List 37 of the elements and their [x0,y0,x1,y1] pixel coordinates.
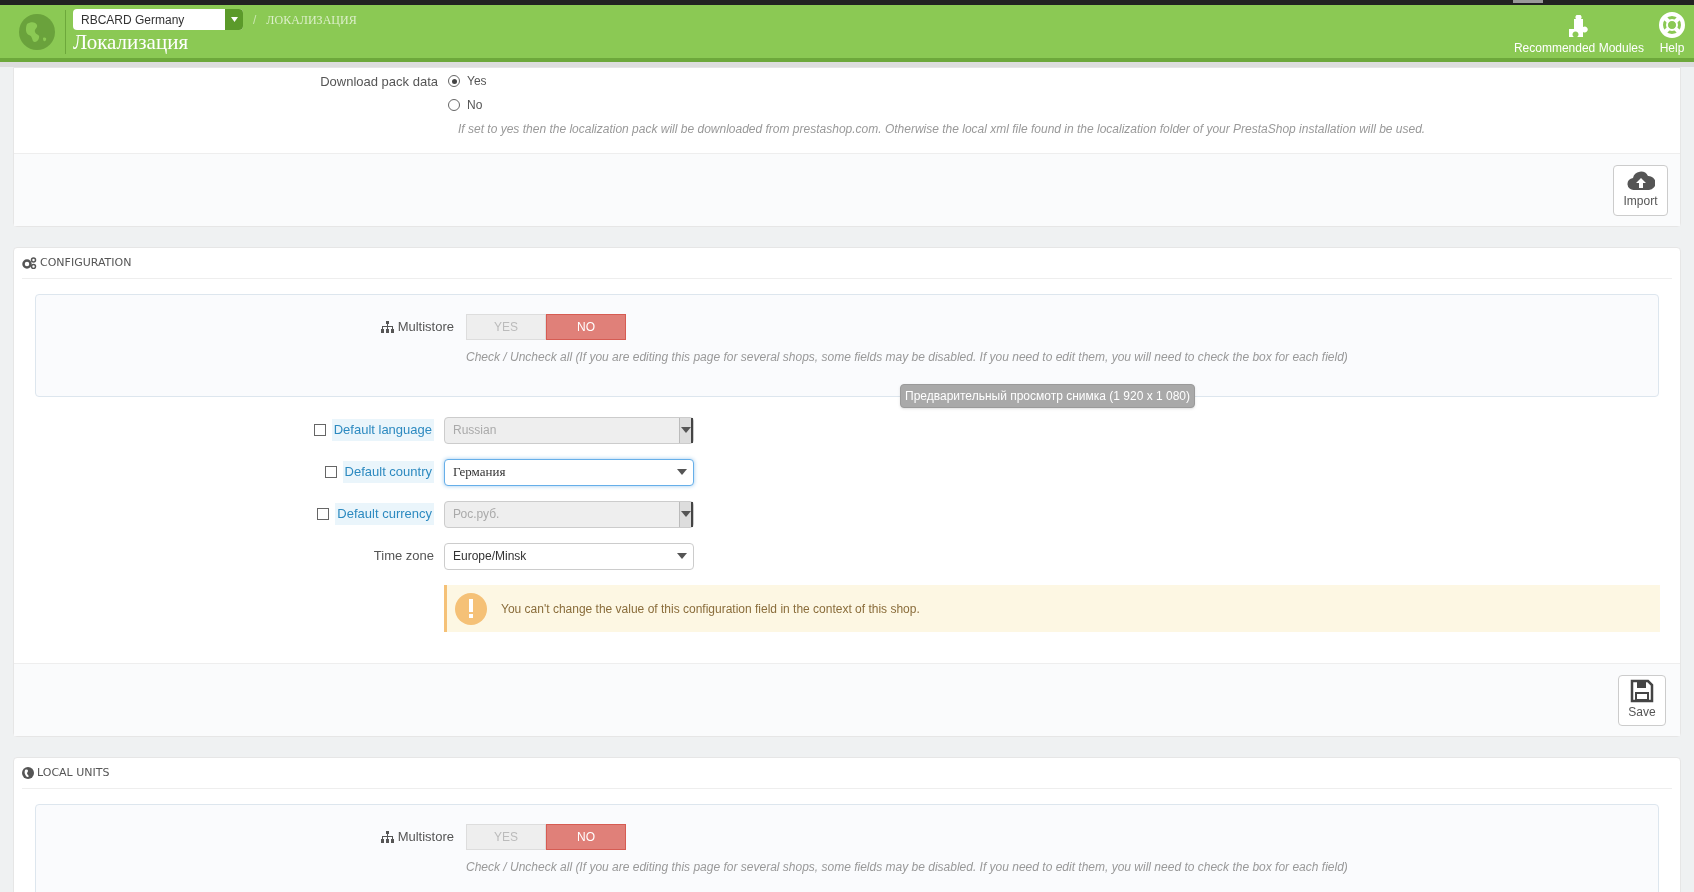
caret-icon [680,511,691,517]
help-text: Check / Uncheck all (If you are editing this page for several shops, some fields may be disabled. If you need to edit them, you will need to check the box for each field) [466,349,1349,366]
toolbar-button[interactable]: Recommended Modules [1513,14,1644,57]
multistore-label: Multistore [397,828,454,847]
sitemap-icon [380,321,394,333]
help-text: If set to yes then the localization pack will be downloaded from prestashop.com. Otherwise the local xml file found in the localization folder of your PrestaShop installation will be used. [458,121,1427,138]
toggle-option[interactable]: NO [546,314,626,340]
gears-icon [22,257,37,269]
radio-option[interactable]: Yes [448,72,487,90]
sitemap-icon [380,831,394,843]
section-title: LOCAL UNITS [37,764,110,781]
select-field[interactable]: Германия [444,458,694,486]
page-title: Локализация [73,30,190,54]
cloud-upload-icon [1626,170,1655,192]
caret-icon [677,553,687,559]
tooltip: Предварительный просмотр снимка (1 920 x 1 080) [900,384,1195,408]
field-label: Time zone [373,547,434,566]
caret-icon [230,17,238,22]
multistore-label: Multistore [397,318,454,337]
radio-option[interactable]: No [448,96,487,114]
caret-icon [677,469,687,475]
exclamation-icon [455,592,487,625]
breadcrumb-separator: / [253,11,257,29]
help-text: Check / Uncheck all (If you are editing this page for several shops, some fields may be disabled. If you need to edit them, you will need to check the box for each field) [466,859,1349,876]
warning-text: You can't change the value of this configuration field in the context of this shop. [501,600,920,618]
import-button[interactable]: Import [1613,164,1668,216]
lifebuoy-icon [1658,10,1686,39]
caret-icon [680,427,691,433]
shop-selector[interactable]: RBCARD Germany [73,9,243,30]
field-label: Download pack data [319,73,439,91]
toolbar-button[interactable]: Help [1658,10,1686,57]
checkbox[interactable] [324,466,337,478]
field-label[interactable]: Default country [342,461,434,483]
select-field[interactable]: Europe/Minsk [444,542,694,570]
section-title: CONFIGURATION [40,254,132,271]
toggle-option[interactable]: NO [546,824,626,850]
save-button[interactable]: Save [1618,674,1666,726]
